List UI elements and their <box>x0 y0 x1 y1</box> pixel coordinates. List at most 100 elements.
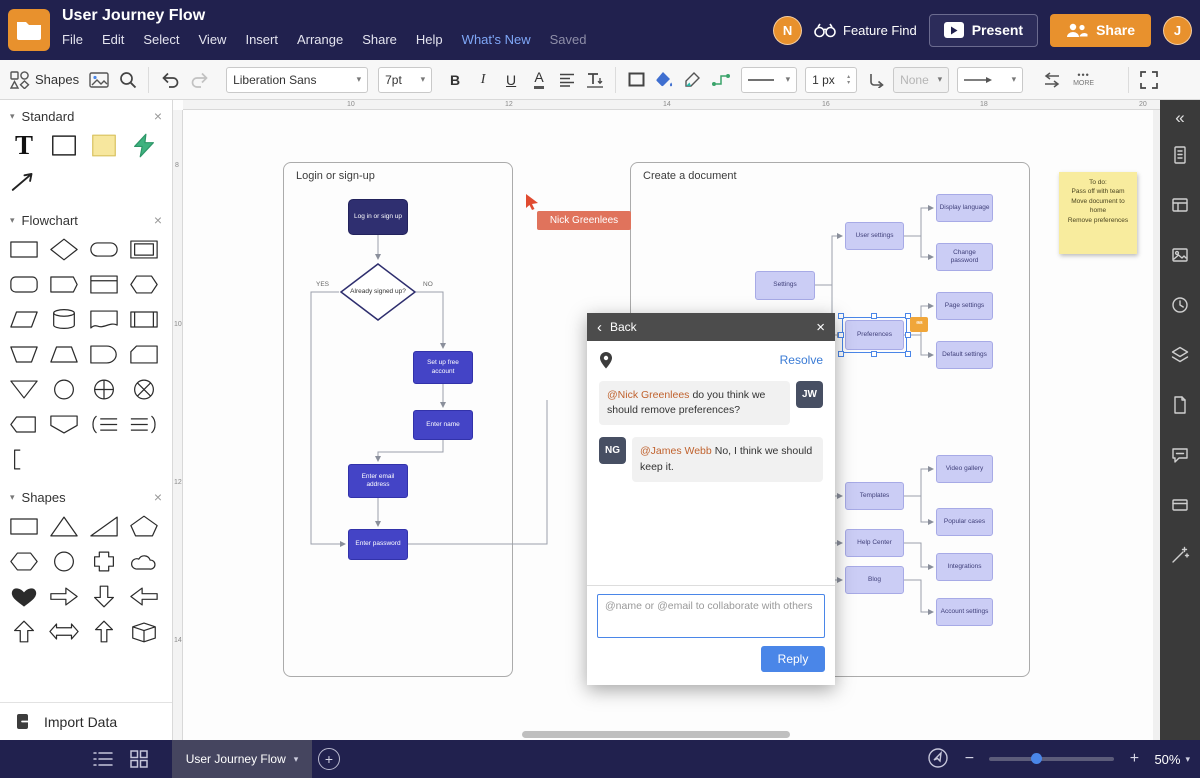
shape-manual-input[interactable] <box>44 338 84 371</box>
node-integrations[interactable]: Integrations <box>936 553 993 581</box>
shape-sticky-note[interactable] <box>84 129 124 162</box>
history-icon[interactable] <box>1160 282 1200 328</box>
swap-direction-button[interactable] <box>1039 66 1065 94</box>
shape-style-button[interactable] <box>623 66 649 94</box>
shape-offpage[interactable] <box>44 268 84 301</box>
line-style-select[interactable]: ▾ <box>741 66 798 93</box>
shape-preparation[interactable] <box>124 268 164 301</box>
zoom-out-button[interactable]: − <box>961 750 977 768</box>
pan-tool-icon[interactable] <box>927 747 949 772</box>
shape-circle[interactable] <box>44 545 84 578</box>
shape-rectangle[interactable] <box>4 510 44 543</box>
text-align-button[interactable] <box>554 66 580 94</box>
menu-file[interactable]: File <box>62 32 83 47</box>
text-color-button[interactable]: A <box>526 66 552 94</box>
resolve-link[interactable]: Resolve <box>780 353 823 367</box>
shape-callout-right[interactable] <box>84 408 124 441</box>
present-button[interactable]: Present <box>928 13 1039 47</box>
shape-delay[interactable] <box>84 338 124 371</box>
menu-edit[interactable]: Edit <box>102 32 124 47</box>
comment-mention[interactable]: @James Webb <box>640 445 712 457</box>
notes-icon[interactable] <box>1160 382 1200 428</box>
shape-heart[interactable] <box>4 580 44 613</box>
shape-data[interactable] <box>4 303 44 336</box>
font-size-select[interactable]: 7pt ▾ <box>378 66 433 93</box>
shape-pentagon[interactable] <box>124 510 164 543</box>
shape-decision[interactable] <box>44 233 84 266</box>
comment-mention[interactable]: @Nick Greenlees <box>607 389 689 401</box>
comment-author-avatar[interactable]: NG <box>599 437 626 465</box>
shape-hexagon[interactable] <box>4 545 44 578</box>
media-panel-icon[interactable] <box>1160 232 1200 278</box>
comment-author-avatar[interactable]: JW <box>796 381 823 408</box>
stepper-down-icon[interactable]: ▾ <box>847 80 850 86</box>
shape-triangle[interactable] <box>44 510 84 543</box>
shape-connector[interactable] <box>44 373 84 406</box>
chevron-down-icon[interactable]: ▾ <box>10 215 15 226</box>
stepper-arrows[interactable]: ▴ ▾ <box>847 74 850 86</box>
document-list-icon[interactable] <box>90 746 116 772</box>
shape-arrow-left-right[interactable] <box>44 615 84 648</box>
selection-handle[interactable] <box>905 332 911 338</box>
collaborator-avatar[interactable]: N <box>773 15 803 45</box>
selection-handle[interactable] <box>905 351 911 357</box>
node-help-center[interactable]: Help Center <box>845 529 904 557</box>
zoom-slider-handle[interactable] <box>1031 753 1043 764</box>
add-page-button[interactable]: + <box>318 748 340 770</box>
collapse-panel-icon[interactable]: « <box>1175 108 1184 128</box>
shape-arrow-tool[interactable] <box>4 164 44 197</box>
selection-handle[interactable] <box>871 351 877 357</box>
menu-help[interactable]: Help <box>416 32 443 47</box>
more-tools-button[interactable]: ••• MORE <box>1067 65 1100 95</box>
import-data-button[interactable]: Import Data <box>0 702 172 740</box>
shape-merge[interactable] <box>4 373 44 406</box>
horizontal-scrollbar-thumb[interactable] <box>522 731 790 738</box>
line-color-button[interactable] <box>679 66 705 94</box>
node-enter-email[interactable]: Enter email address <box>348 464 408 498</box>
node-decision[interactable]: Already signed up? <box>339 262 417 322</box>
comments-icon[interactable] <box>1160 432 1200 478</box>
document-title[interactable]: User Journey Flow <box>62 7 587 25</box>
menu-share[interactable]: Share <box>362 32 397 47</box>
menu-view[interactable]: View <box>199 32 227 47</box>
close-icon[interactable]: × <box>154 489 162 505</box>
shape-framed-rectangle[interactable] <box>124 233 164 266</box>
selection-handle[interactable] <box>838 332 844 338</box>
comment-anchor-icon[interactable]: ““ <box>910 317 928 332</box>
selection-handle[interactable] <box>838 313 844 319</box>
fullscreen-button[interactable] <box>1136 66 1162 94</box>
shape-callout-left[interactable] <box>124 408 164 441</box>
node-preferences[interactable]: Preferences <box>845 320 904 350</box>
redo-button[interactable] <box>186 66 214 94</box>
insert-image-button[interactable] <box>85 66 113 94</box>
italic-button[interactable]: I <box>470 66 496 94</box>
shape-rectangle-tool[interactable] <box>44 129 84 162</box>
close-icon[interactable]: × <box>154 212 162 228</box>
user-avatar[interactable]: J <box>1163 15 1192 45</box>
shape-bracket[interactable] <box>4 443 44 476</box>
node-setup-account[interactable]: Set up free account <box>413 351 473 384</box>
zoom-level-select[interactable]: 50% ▾ <box>1154 752 1190 767</box>
selection-handle[interactable] <box>871 313 877 319</box>
shape-terminator[interactable] <box>84 233 124 266</box>
shape-process[interactable] <box>4 233 44 266</box>
shape-arrow-down[interactable] <box>84 580 124 613</box>
chevron-down-icon[interactable]: ▾ <box>10 492 15 503</box>
zoom-in-button[interactable]: + <box>1126 750 1142 768</box>
node-video-gallery[interactable]: Video gallery <box>936 455 993 483</box>
shape-process-header[interactable] <box>84 268 124 301</box>
app-logo[interactable] <box>8 9 50 51</box>
grid-view-icon[interactable] <box>126 746 152 772</box>
shape-manual-operation[interactable] <box>4 338 44 371</box>
shape-document[interactable] <box>84 303 124 336</box>
text-options-button[interactable] <box>582 66 608 94</box>
shape-arrow-right[interactable] <box>44 580 84 613</box>
document-outline-icon[interactable] <box>1160 132 1200 178</box>
back-button[interactable]: ‹ Back <box>597 320 637 335</box>
find-shapes-button[interactable] <box>115 66 141 94</box>
fill-color-button[interactable] <box>651 66 677 94</box>
shape-summing-junction[interactable] <box>124 373 164 406</box>
document-tab[interactable]: User Journey Flow ▾ <box>172 740 312 778</box>
shape-database[interactable] <box>44 303 84 336</box>
underline-button[interactable]: U <box>498 66 524 94</box>
